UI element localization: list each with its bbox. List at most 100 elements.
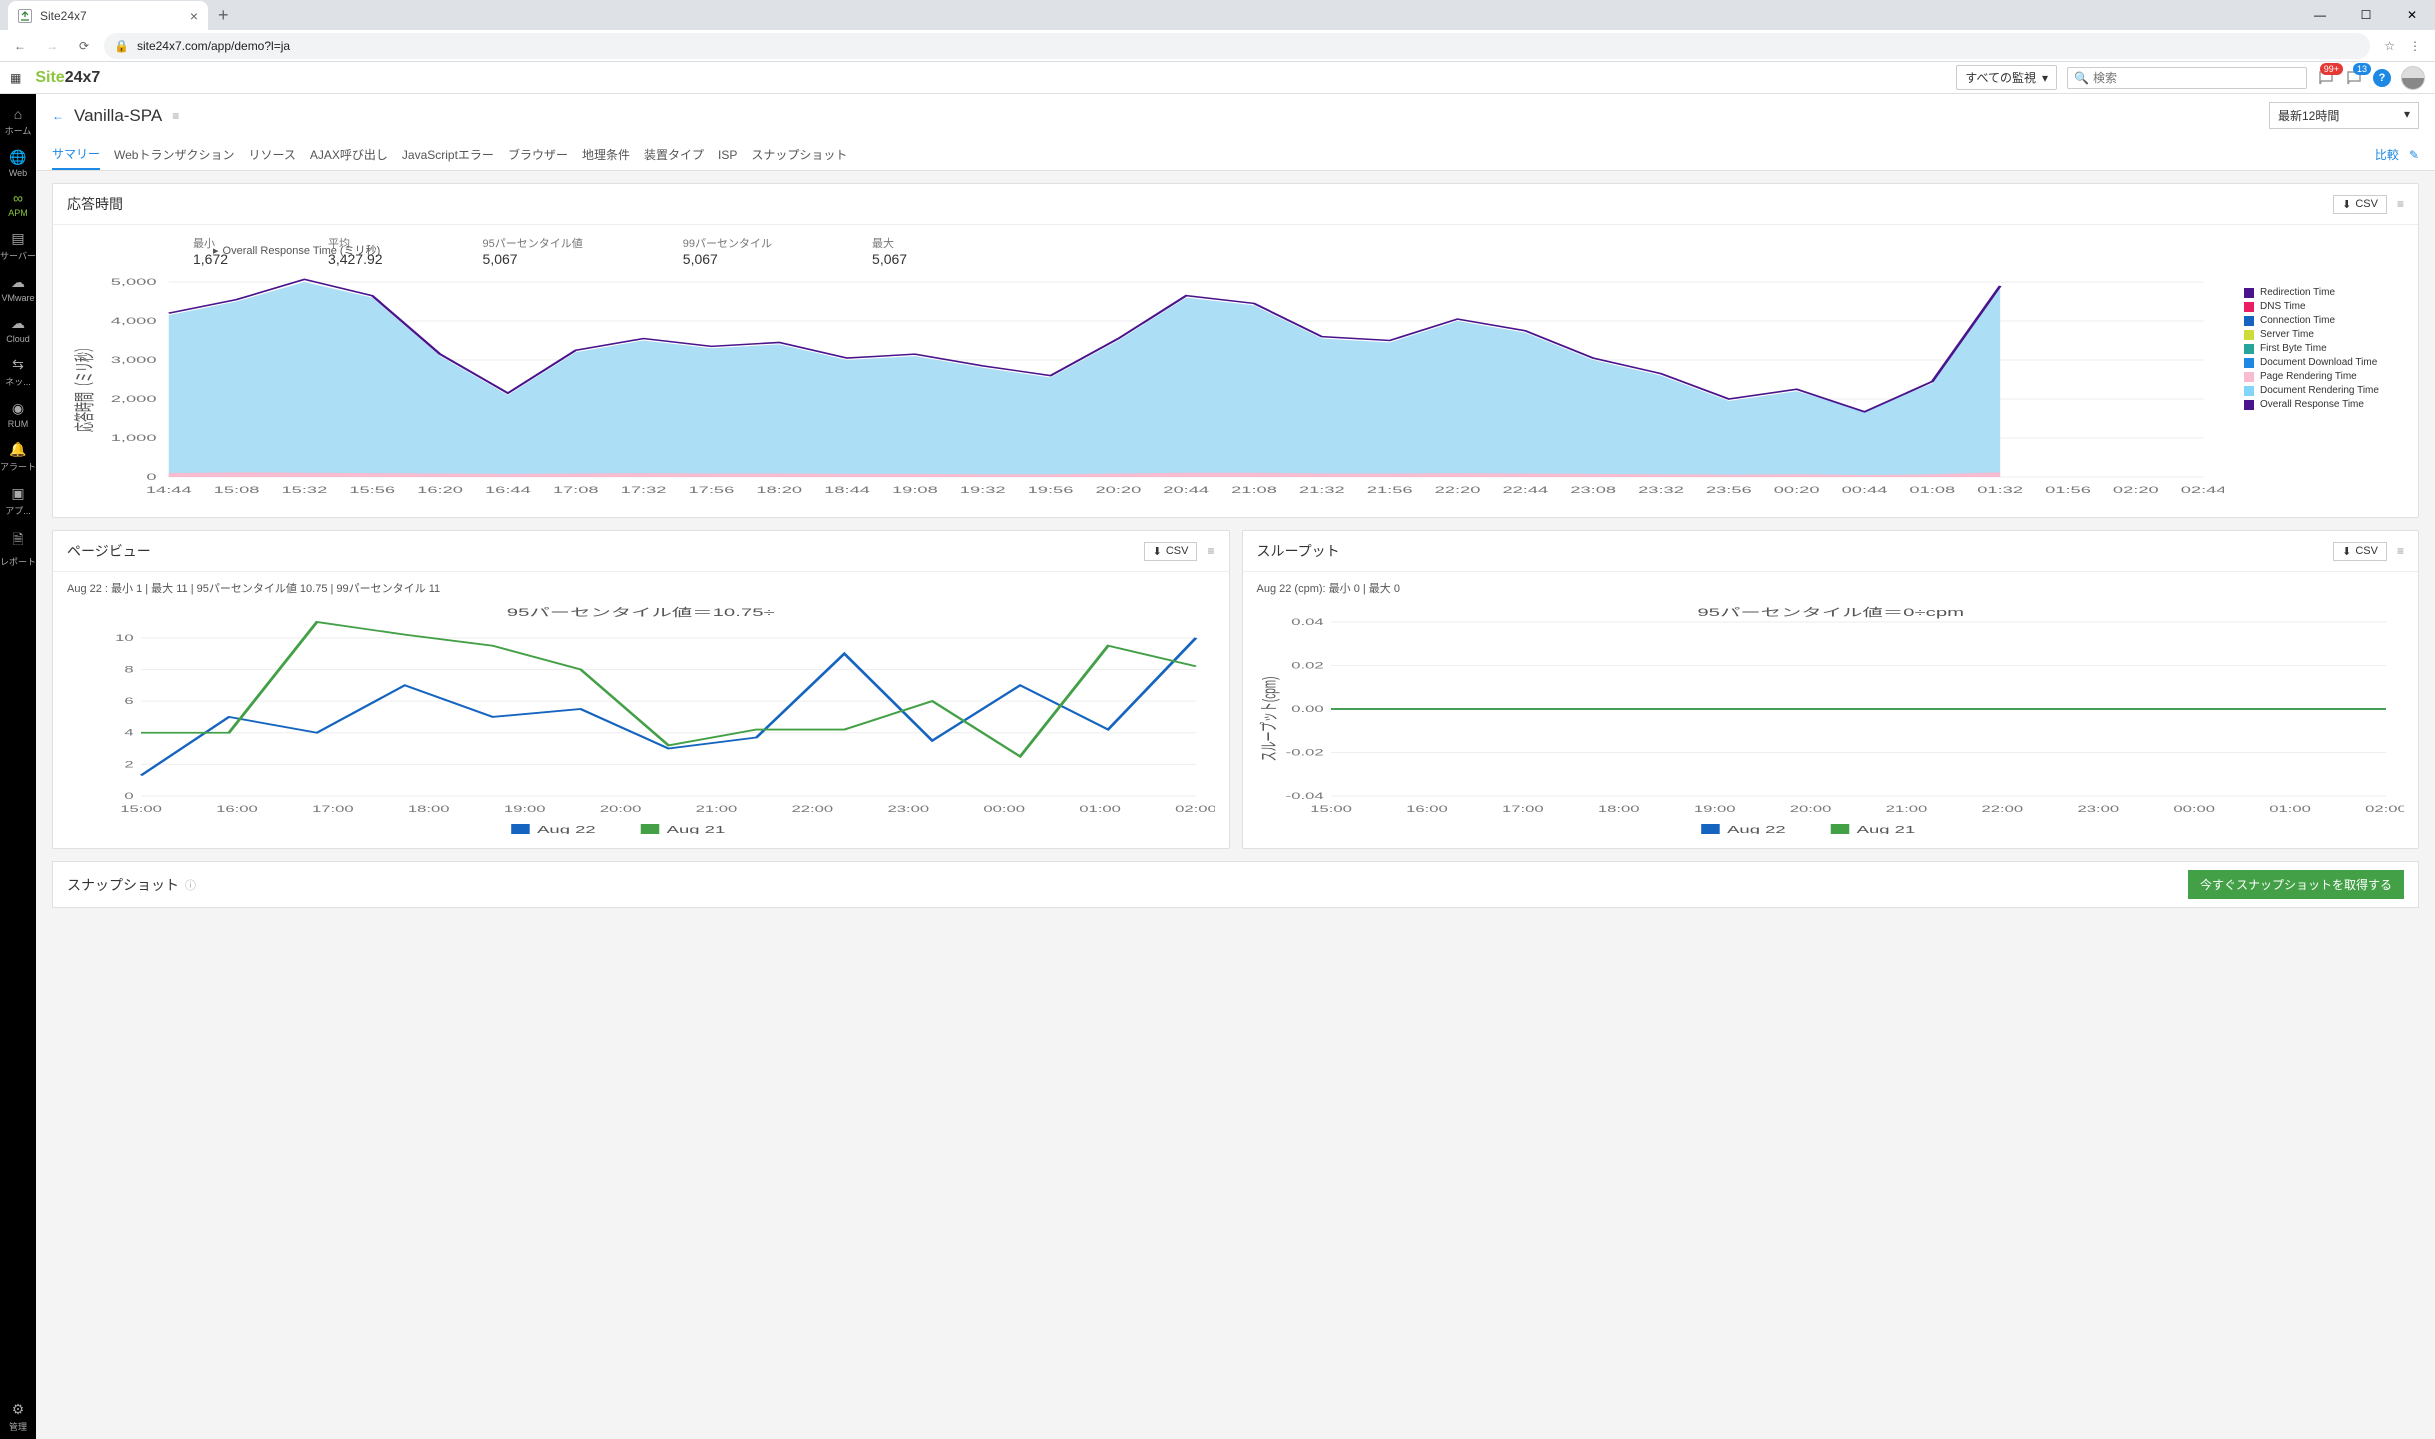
app-header: ▦ Site24x7 すべての監視 ▾ 🔍 99+ 13 ? xyxy=(0,62,2435,94)
svg-text:14:44: 14:44 xyxy=(146,486,192,496)
svg-text:16:00: 16:00 xyxy=(216,804,258,814)
svg-text:18:20: 18:20 xyxy=(756,486,802,496)
tab-snapshot[interactable]: スナップショット xyxy=(751,140,847,169)
close-window-button[interactable]: ✕ xyxy=(2389,0,2435,30)
sidebar-item-home[interactable]: ⌂ホーム xyxy=(0,100,36,143)
snapshot-panel: スナップショット ⓘ 今すぐスナップショットを取得する xyxy=(52,861,2419,908)
csv-export-button[interactable]: ⬇CSV xyxy=(1144,542,1198,561)
notifications-icon[interactable]: 13 xyxy=(2345,69,2363,87)
apm-icon: ∞ xyxy=(13,190,23,206)
tab-close-icon[interactable]: × xyxy=(190,8,198,24)
forward-button[interactable]: → xyxy=(40,39,64,53)
tab-web-transactions[interactable]: Webトランザクション xyxy=(114,140,234,169)
avatar[interactable] xyxy=(2401,66,2425,90)
sidebar-item-report[interactable]: 🗎レポート xyxy=(0,523,36,574)
take-snapshot-button[interactable]: 今すぐスナップショットを取得する xyxy=(2188,870,2404,899)
home-icon: ⌂ xyxy=(14,106,22,122)
svg-text:16:20: 16:20 xyxy=(417,486,463,496)
snapshot-title: スナップショット ⓘ xyxy=(67,875,196,895)
sidebar-item-app[interactable]: ▣アプ... xyxy=(0,479,36,523)
svg-text:02:20: 02:20 xyxy=(2113,486,2159,496)
sidebar-item-server[interactable]: ▤サーバー xyxy=(0,224,36,268)
svg-text:23:08: 23:08 xyxy=(1570,486,1616,496)
svg-text:1,000: 1,000 xyxy=(111,434,157,444)
compare-link[interactable]: 比較 xyxy=(2375,146,2399,163)
sidebar-item-network[interactable]: ⇆ネッ... xyxy=(0,350,36,394)
address-bar: ← → ⟳ 🔒 site24x7.com/app/demo?l=ja ☆ ⋮ xyxy=(0,30,2435,62)
logo[interactable]: Site24x7 xyxy=(35,69,100,87)
sidebar-item-cloud[interactable]: ☁Cloud xyxy=(0,309,36,350)
download-icon: ⬇ xyxy=(2342,198,2351,211)
search-input[interactable] xyxy=(2093,71,2300,85)
svg-text:-0.04: -0.04 xyxy=(1285,791,1324,801)
monitor-select[interactable]: すべての監視 ▾ xyxy=(1956,65,2057,90)
svg-text:18:00: 18:00 xyxy=(408,804,450,814)
info-icon[interactable]: ⓘ xyxy=(185,877,196,893)
rum-icon: ◉ xyxy=(12,400,24,417)
svg-text:0: 0 xyxy=(124,791,133,801)
page-menu-icon[interactable]: ≡ xyxy=(172,109,179,123)
cloud-icon: ☁ xyxy=(11,315,25,332)
svg-text:21:08: 21:08 xyxy=(1231,486,1277,496)
panel-menu-icon[interactable]: ≡ xyxy=(2397,197,2404,211)
sidebar-item-apm[interactable]: ∞APM xyxy=(0,184,36,224)
svg-text:02:44: 02:44 xyxy=(2181,486,2224,496)
help-icon[interactable]: ? xyxy=(2373,69,2391,87)
new-tab-button[interactable]: + xyxy=(208,5,239,26)
sidebar-item-settings[interactable]: ⚙管理 xyxy=(0,1395,36,1439)
svg-text:20:44: 20:44 xyxy=(1163,486,1209,496)
minimize-button[interactable]: — xyxy=(2297,0,2343,30)
omnibox[interactable]: 🔒 site24x7.com/app/demo?l=ja xyxy=(104,33,2370,59)
bookmark-icon[interactable]: ☆ xyxy=(2384,39,2395,53)
svg-text:Aug 21: Aug 21 xyxy=(667,825,726,834)
svg-text:22:44: 22:44 xyxy=(1502,486,1548,496)
svg-text:15:08: 15:08 xyxy=(214,486,260,496)
svg-text:17:08: 17:08 xyxy=(553,486,599,496)
expand-icon[interactable]: ▸ xyxy=(213,244,219,257)
svg-text:21:00: 21:00 xyxy=(696,804,738,814)
maximize-button[interactable]: ☐ xyxy=(2343,0,2389,30)
tab-js-errors[interactable]: JavaScriptエラー xyxy=(402,140,494,169)
svg-text:19:32: 19:32 xyxy=(960,486,1006,496)
svg-text:Aug 21: Aug 21 xyxy=(1856,825,1915,834)
back-button[interactable]: ← xyxy=(8,39,32,53)
csv-export-button[interactable]: ⬇CSV xyxy=(2333,195,2387,214)
alerts-badge: 99+ xyxy=(2320,63,2343,75)
edit-icon[interactable]: ✎ xyxy=(2409,148,2419,162)
panel-menu-icon[interactable]: ≡ xyxy=(1207,544,1214,558)
svg-text:4: 4 xyxy=(124,728,134,738)
svg-text:02:00: 02:00 xyxy=(2365,804,2404,814)
svg-text:19:00: 19:00 xyxy=(1693,804,1735,814)
reload-button[interactable]: ⟳ xyxy=(72,39,96,53)
svg-text:22:20: 22:20 xyxy=(1435,486,1481,496)
tab-geo[interactable]: 地理条件 xyxy=(582,140,630,169)
time-range-select[interactable]: 最新12時間 ▾ xyxy=(2269,102,2419,129)
svg-text:01:08: 01:08 xyxy=(1909,486,1955,496)
tab-summary[interactable]: サマリー xyxy=(52,139,100,170)
tab-ajax[interactable]: AJAX呼び出し xyxy=(310,140,388,169)
panel-menu-icon[interactable]: ≡ xyxy=(2397,544,2404,558)
sidebar-item-alert[interactable]: 🔔アラート xyxy=(0,435,36,479)
bell-icon: 🔔 xyxy=(9,441,26,458)
sidebar-item-rum[interactable]: ◉RUM xyxy=(0,394,36,435)
tab-browser[interactable]: ブラウザー xyxy=(508,140,568,169)
sidebar-item-vmware[interactable]: ☁VMware xyxy=(0,268,36,309)
sidebar-item-web[interactable]: 🌐Web xyxy=(0,143,36,184)
browser-menu-icon[interactable]: ⋮ xyxy=(2409,39,2421,53)
tab-device[interactable]: 装置タイプ xyxy=(644,140,704,169)
svg-text:21:56: 21:56 xyxy=(1367,486,1413,496)
tab-isp[interactable]: ISP xyxy=(718,142,737,168)
csv-export-button[interactable]: ⬇CSV xyxy=(2333,542,2387,561)
alerts-icon[interactable]: 99+ xyxy=(2317,69,2335,87)
chevron-down-icon: ▾ xyxy=(2404,107,2410,124)
back-arrow-icon[interactable]: ← xyxy=(52,109,64,123)
search-box[interactable]: 🔍 xyxy=(2067,67,2307,89)
svg-text:16:44: 16:44 xyxy=(485,486,531,496)
svg-text:02:00: 02:00 xyxy=(1175,804,1214,814)
tab-bar: Site24x7 × + — ☐ ✕ xyxy=(0,0,2435,30)
response-time-chart: 01,0002,0003,0004,0005,00014:4415:0815:3… xyxy=(67,277,2224,497)
svg-text:01:32: 01:32 xyxy=(1977,486,2023,496)
browser-tab[interactable]: Site24x7 × xyxy=(8,1,208,31)
tab-resources[interactable]: リソース xyxy=(248,140,295,169)
apps-grid-icon[interactable]: ▦ xyxy=(10,71,21,85)
